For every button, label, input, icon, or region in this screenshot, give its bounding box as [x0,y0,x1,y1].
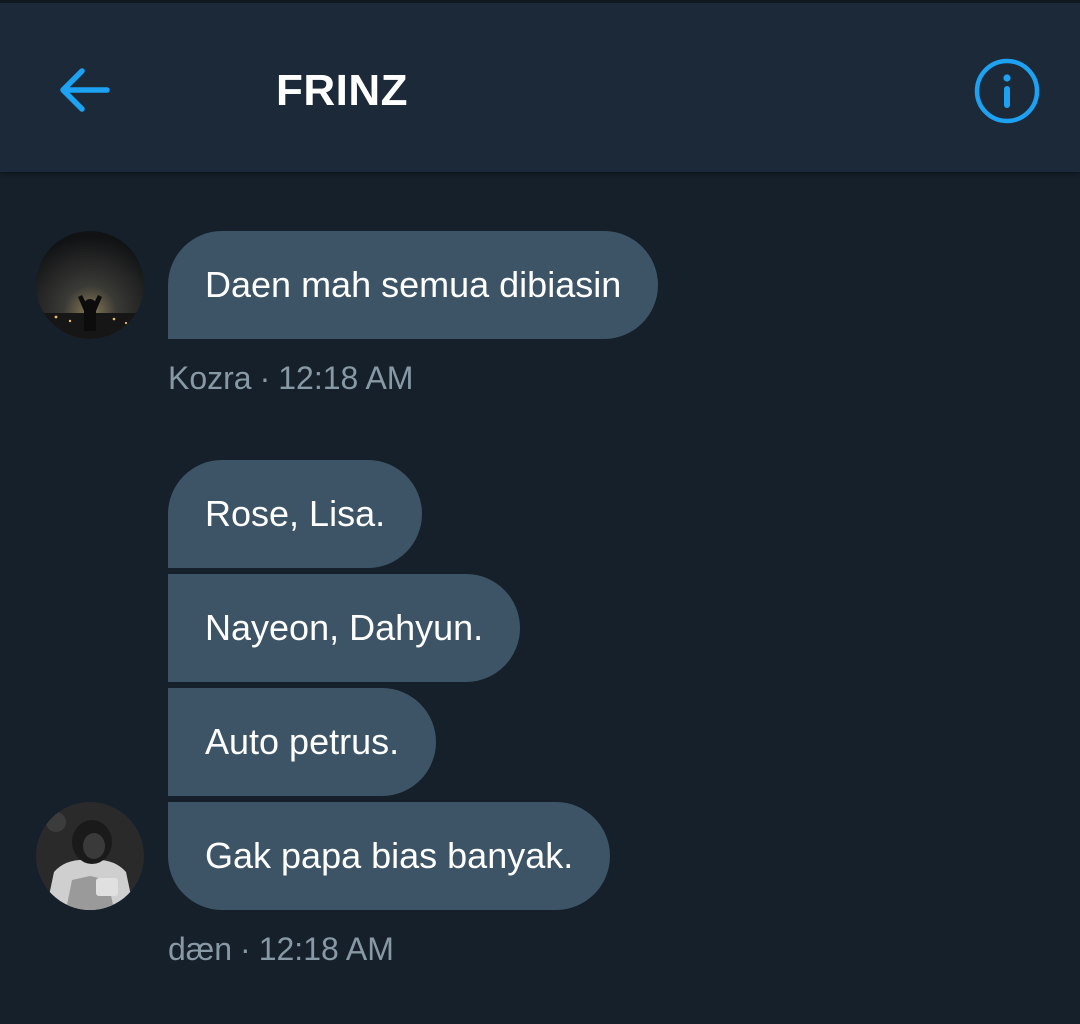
info-circle-icon [974,58,1040,124]
message-bubble[interactable]: Nayeon, Dahyun. [168,574,521,682]
avatar-image [36,231,144,339]
conversation-header: FRINZ [0,0,1080,172]
avatar[interactable] [36,802,144,910]
arrow-left-icon [60,68,110,112]
conversation-info-button[interactable] [970,55,1044,127]
meta-separator: · [240,931,251,967]
meta-separator: · [259,360,271,396]
avatar-image [36,802,144,910]
message-meta: dæn · 12:18 AM [168,929,394,969]
back-button[interactable] [50,59,118,121]
message-bubble[interactable]: Auto petrus. [168,688,437,796]
sender-name: Kozra [168,360,252,396]
message-bubble[interactable]: Rose, Lisa. [168,460,423,568]
message-meta: Kozra · 12:18 AM [168,358,413,398]
message-bubble[interactable]: Gak papa bias banyak. [168,802,611,910]
message-timestamp: 12:18 AM [258,931,394,967]
message-timestamp: 12:18 AM [278,360,414,396]
message-list[interactable]: Daen mah semua dibiasin Kozra · 12:18 AM R… [0,172,1080,1024]
sender-name: dæn [168,931,233,967]
message-bubble[interactable]: Daen mah semua dibiasin [168,231,659,339]
conversation-title[interactable]: FRINZ [276,65,408,117]
avatar[interactable] [36,231,144,339]
